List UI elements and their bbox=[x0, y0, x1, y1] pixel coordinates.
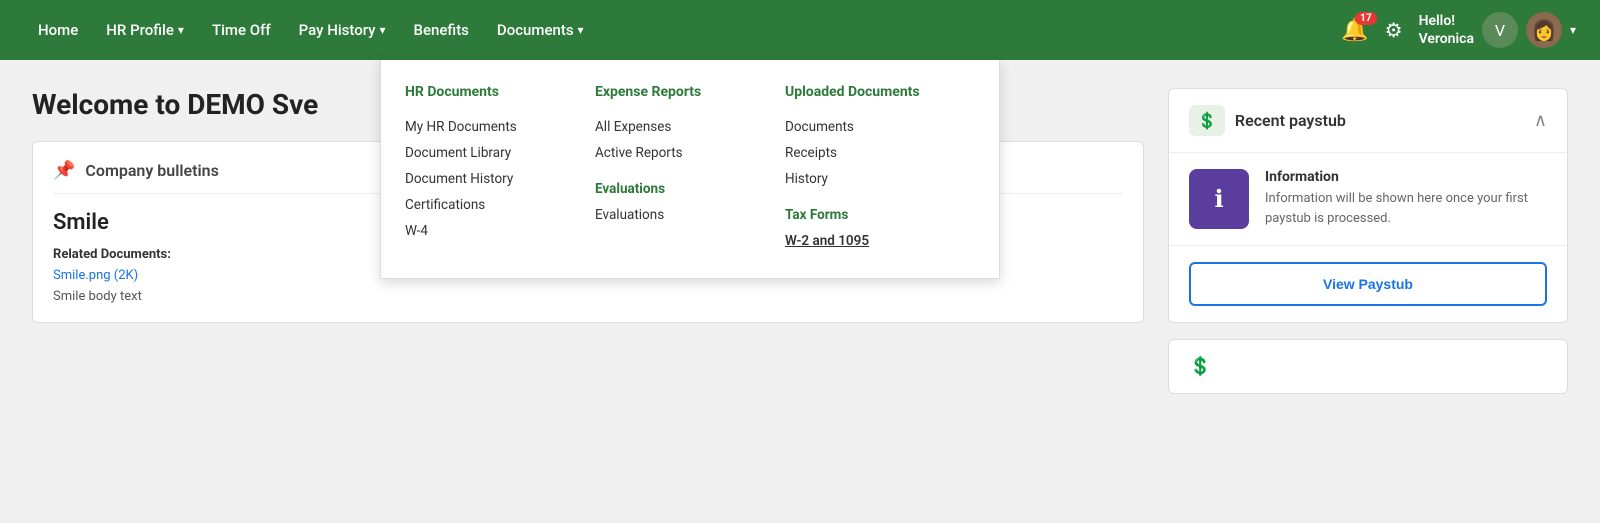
dropdown-item-active-reports[interactable]: Active Reports bbox=[595, 140, 769, 166]
info-title: Information bbox=[1265, 169, 1547, 185]
bell-wrapper[interactable]: 🔔 17 bbox=[1341, 18, 1368, 43]
chevron-up-icon[interactable]: ∧ bbox=[1534, 110, 1547, 131]
nav-item-documents[interactable]: Documents ▾ bbox=[483, 0, 598, 60]
second-card-icon: 💲 bbox=[1189, 356, 1211, 377]
navbar: Home HR Profile ▾ Time Off Pay History ▾… bbox=[0, 0, 1600, 60]
info-icon-box: ℹ bbox=[1189, 169, 1249, 229]
nav-right: 🔔 17 ⚙ Hello! Veronica V 👩 ▾ bbox=[1341, 12, 1576, 48]
dropdown-item-evaluations[interactable]: Evaluations bbox=[595, 202, 769, 228]
pin-icon: 📌 bbox=[53, 160, 75, 181]
doc-body-text: Smile body text bbox=[53, 289, 142, 304]
notification-badge: 17 bbox=[1355, 12, 1376, 25]
dropdown-col-hr-documents: HR Documents My HR Documents Document Li… bbox=[405, 84, 595, 254]
info-icon: ℹ bbox=[1214, 185, 1223, 213]
evaluations-header[interactable]: Evaluations bbox=[595, 176, 769, 202]
avatar-photo: 👩 bbox=[1526, 12, 1562, 48]
paystub-card: 💲 Recent paystub ∧ ℹ Information Informa… bbox=[1168, 88, 1568, 323]
nav-item-time-off[interactable]: Time Off bbox=[198, 0, 285, 60]
info-block: ℹ Information Information will be shown … bbox=[1169, 153, 1567, 246]
expense-reports-header[interactable]: Expense Reports bbox=[595, 84, 769, 100]
dropdown-item-document-history[interactable]: Document History bbox=[405, 166, 579, 192]
dropdown-item-receipts[interactable]: Receipts bbox=[785, 140, 959, 166]
dropdown-item-w2-1095[interactable]: W-2 and 1095 bbox=[785, 228, 959, 254]
hr-profile-caret: ▾ bbox=[178, 23, 184, 37]
tax-forms-header[interactable]: Tax Forms bbox=[785, 202, 959, 228]
dropdown-col-expense-reports: Expense Reports All Expenses Active Repo… bbox=[595, 84, 785, 254]
nav-item-benefits[interactable]: Benefits bbox=[400, 0, 483, 60]
uploaded-documents-header[interactable]: Uploaded Documents bbox=[785, 84, 959, 100]
dropdown-col-uploaded-documents: Uploaded Documents Documents Receipts Hi… bbox=[785, 84, 975, 254]
pay-history-caret: ▾ bbox=[380, 23, 386, 37]
nav-items: Home HR Profile ▾ Time Off Pay History ▾… bbox=[24, 0, 1341, 60]
dropdown-item-documents[interactable]: Documents bbox=[785, 114, 959, 140]
hr-documents-header[interactable]: HR Documents bbox=[405, 84, 579, 100]
avatar-initial: V bbox=[1482, 12, 1518, 48]
info-text: Information Information will be shown he… bbox=[1265, 169, 1547, 228]
user-text: Hello! Veronica bbox=[1419, 12, 1474, 48]
paystub-icon: 💲 bbox=[1189, 105, 1225, 136]
dropdown-item-all-expenses[interactable]: All Expenses bbox=[595, 114, 769, 140]
dropdown-item-my-hr-documents[interactable]: My HR Documents bbox=[405, 114, 579, 140]
nav-item-hr-profile[interactable]: HR Profile ▾ bbox=[92, 0, 198, 60]
nav-item-home[interactable]: Home bbox=[24, 0, 92, 60]
paystub-label: Recent paystub bbox=[1235, 111, 1346, 130]
view-paystub-button[interactable]: View Paystub bbox=[1189, 262, 1547, 306]
info-body: Information will be shown here once your… bbox=[1265, 189, 1547, 228]
paystub-title: 💲 Recent paystub bbox=[1189, 105, 1346, 136]
documents-dropdown: HR Documents My HR Documents Document Li… bbox=[380, 60, 1000, 279]
dropdown-item-certifications[interactable]: Certifications bbox=[405, 192, 579, 218]
user-greeting[interactable]: Hello! Veronica V 👩 ▾ bbox=[1419, 12, 1576, 48]
nav-item-pay-history[interactable]: Pay History ▾ bbox=[285, 0, 400, 60]
company-bulletins-label: Company bulletins bbox=[85, 161, 218, 180]
dropdown-item-w4[interactable]: W-4 bbox=[405, 218, 579, 244]
dropdown-item-history[interactable]: History bbox=[785, 166, 959, 192]
user-caret: ▾ bbox=[1570, 23, 1576, 37]
paystub-header: 💲 Recent paystub ∧ bbox=[1169, 89, 1567, 153]
user-name: Veronica bbox=[1419, 30, 1474, 48]
right-panel: 💲 Recent paystub ∧ ℹ Information Informa… bbox=[1168, 88, 1568, 394]
dropdown-item-document-library[interactable]: Document Library bbox=[405, 140, 579, 166]
gear-icon[interactable]: ⚙ bbox=[1385, 18, 1403, 42]
documents-caret: ▾ bbox=[578, 23, 584, 37]
second-card: 💲 bbox=[1168, 339, 1568, 394]
hello-label: Hello! bbox=[1419, 12, 1474, 30]
